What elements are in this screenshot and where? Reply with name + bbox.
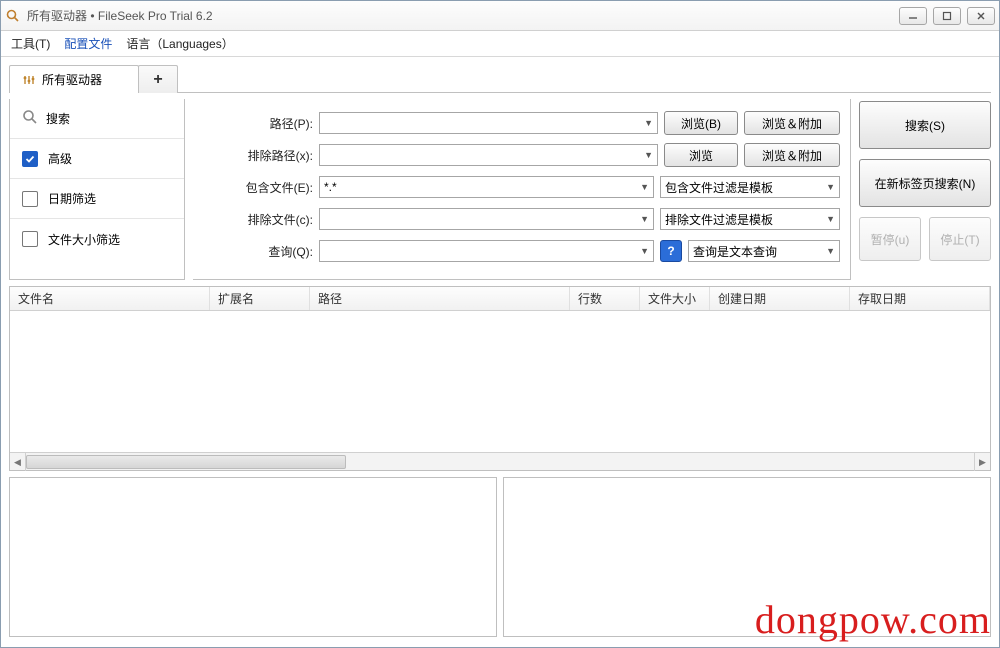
exclude-filter-mode[interactable]: 排除文件过滤是模板▼ [660,208,840,230]
side-size-label: 文件大小筛选 [48,231,120,248]
checkbox-size-filter[interactable] [22,231,38,247]
exclude-path-input[interactable]: ▼ [319,144,658,166]
chevron-down-icon: ▼ [640,214,649,224]
browse-path-button[interactable]: 浏览(B) [664,111,738,135]
results-table: 文件名 扩展名 路径 行数 文件大小 创建日期 存取日期 ◀ ▶ [9,286,991,471]
minimize-button[interactable] [899,7,927,25]
title-bar: 所有驱动器 • FileSeek Pro Trial 6.2 [1,1,999,31]
maximize-button[interactable] [933,7,961,25]
query-mode[interactable]: 查询是文本查询▼ [688,240,840,262]
col-size[interactable]: 文件大小 [640,287,710,310]
side-search-header: 搜索 [10,99,184,139]
include-file-label: 包含文件(E): [203,179,313,196]
query-input[interactable]: ▼ [319,240,654,262]
sliders-icon [22,73,36,87]
exclude-file-label: 排除文件(c): [203,211,313,228]
col-lines[interactable]: 行数 [570,287,640,310]
preview-left[interactable] [9,477,497,637]
browse-append-exclude-button[interactable]: 浏览＆附加 [744,143,840,167]
chevron-down-icon: ▼ [644,150,653,160]
menu-languages[interactable]: 语言（Languages） [126,35,233,52]
col-accessed[interactable]: 存取日期 [850,287,990,310]
side-search-label: 搜索 [46,110,70,127]
actions-column: 搜索(S) 在新标签页搜索(N) 暂停(u) 停止(T) [859,99,991,280]
side-advanced-label: 高级 [48,150,72,167]
include-file-value: *.* [324,180,337,194]
menu-profiles[interactable]: 配置文件 [64,35,112,52]
col-path[interactable]: 路径 [310,287,570,310]
search-panel: 搜索 高级 日期筛选 文件大小筛选 [9,99,991,280]
tab-add[interactable]: + [138,65,178,93]
exclude-path-label: 排除路径(x): [203,147,313,164]
search-icon [22,109,38,128]
close-button[interactable] [967,7,995,25]
path-label: 路径(P): [203,115,313,132]
search-form: 路径(P): ▼ 浏览(B) 浏览＆附加 排除路径(x): ▼ 浏览 浏览＆附加… [193,99,851,280]
preview-right[interactable] [503,477,991,637]
checkbox-advanced[interactable] [22,151,38,167]
checkbox-date-filter[interactable] [22,191,38,207]
query-label: 查询(Q): [203,243,313,260]
browse-append-path-button[interactable]: 浏览＆附加 [744,111,840,135]
results-body[interactable] [10,311,990,452]
chevron-down-icon: ▼ [640,182,649,192]
app-window: 所有驱动器 • FileSeek Pro Trial 6.2 工具(T) 配置文… [0,0,1000,648]
tab-strip: 所有驱动器 + [9,63,991,93]
pause-button[interactable]: 暂停(u) [859,217,921,261]
chevron-down-icon: ▼ [826,182,835,192]
col-ext[interactable]: 扩展名 [210,287,310,310]
side-item-date-filter[interactable]: 日期筛选 [10,179,184,219]
path-input[interactable]: ▼ [319,112,658,134]
scroll-right-icon[interactable]: ▶ [974,453,990,471]
side-panel: 搜索 高级 日期筛选 文件大小筛选 [9,99,185,280]
stop-button[interactable]: 停止(T) [929,217,991,261]
tab-all-drives[interactable]: 所有驱动器 [9,65,139,93]
scroll-left-icon[interactable]: ◀ [10,453,26,471]
col-filename[interactable]: 文件名 [10,287,210,310]
browse-exclude-button[interactable]: 浏览 [664,143,738,167]
menu-bar: 工具(T) 配置文件 语言（Languages） [1,31,999,57]
side-date-label: 日期筛选 [48,190,96,207]
plus-icon: + [153,71,162,89]
results-hscroll[interactable]: ◀ ▶ [10,452,990,470]
results-header: 文件名 扩展名 路径 行数 文件大小 创建日期 存取日期 [10,287,990,311]
tab-label: 所有驱动器 [42,71,102,88]
include-file-input[interactable]: *.* ▼ [319,176,654,198]
col-created[interactable]: 创建日期 [710,287,850,310]
chevron-down-icon: ▼ [644,118,653,128]
include-filter-mode[interactable]: 包含文件过滤是模板▼ [660,176,840,198]
search-new-tab-button[interactable]: 在新标签页搜索(N) [859,159,991,207]
side-item-size-filter[interactable]: 文件大小筛选 [10,219,184,259]
side-item-advanced[interactable]: 高级 [10,139,184,179]
content-area: 所有驱动器 + 搜索 高级 [1,57,999,647]
preview-row [9,477,991,637]
search-button[interactable]: 搜索(S) [859,101,991,149]
chevron-down-icon: ▼ [640,246,649,256]
scroll-thumb[interactable] [26,455,346,469]
app-icon [5,8,21,24]
chevron-down-icon: ▼ [826,214,835,224]
menu-tools[interactable]: 工具(T) [11,35,50,52]
exclude-file-input[interactable]: ▼ [319,208,654,230]
chevron-down-icon: ▼ [826,246,835,256]
window-title: 所有驱动器 • FileSeek Pro Trial 6.2 [27,7,213,24]
query-help-button[interactable]: ? [660,240,682,262]
